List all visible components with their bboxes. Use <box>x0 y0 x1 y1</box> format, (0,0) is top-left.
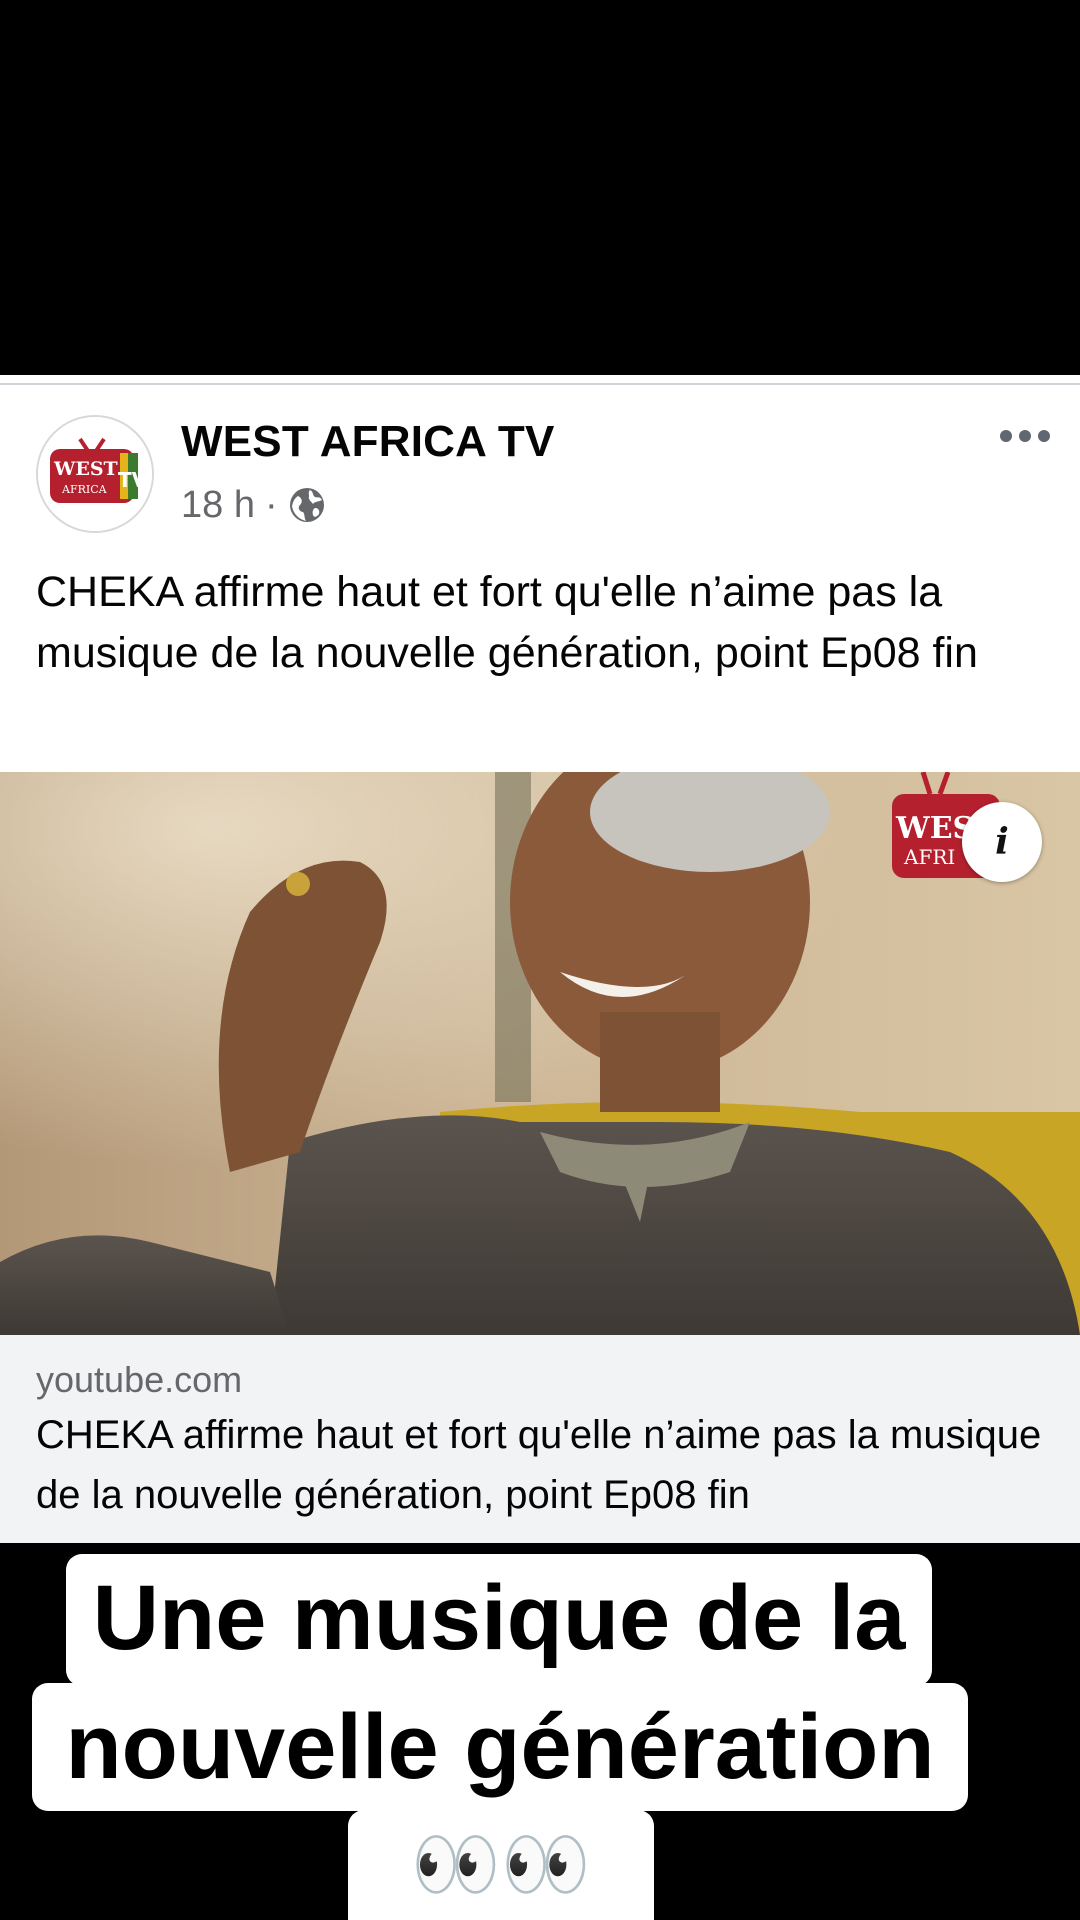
overlay-caption-line-2: nouvelle génération <box>32 1683 968 1811</box>
post-meta: 18 h · <box>181 481 326 529</box>
post-caption: CHEKA affirme haut et fort qu'elle n’aim… <box>36 568 978 677</box>
info-button[interactable]: i <box>962 802 1042 882</box>
logo-text-top: WEST <box>53 458 118 480</box>
logo-text-bottom: AFRICA <box>61 483 108 496</box>
link-domain: youtube.com <box>36 1359 243 1400</box>
facebook-post-card: WEST AFRICA TV WEST AFRICA TV 18 h · CHE… <box>0 375 1080 1543</box>
more-dot <box>1038 430 1050 442</box>
overlay-caption-line-1: Une musique de la <box>66 1554 932 1686</box>
page-avatar[interactable]: WEST AFRICA TV <box>36 415 154 533</box>
logo-tv-text: TV <box>118 468 148 492</box>
post-time[interactable]: 18 h <box>181 484 255 527</box>
page-name-link[interactable]: WEST AFRICA TV <box>181 417 555 467</box>
west-africa-tv-logo: WEST AFRICA TV <box>38 417 152 531</box>
link-title: CHEKA affirme haut et fort qu'elle n’aim… <box>36 1413 1042 1517</box>
overlay-caption-eyes: 👀👀 <box>348 1810 654 1920</box>
more-options-button[interactable] <box>1000 430 1050 442</box>
watermark-bottom: AFRI <box>903 845 955 869</box>
post-divider <box>0 383 1080 385</box>
link-preview[interactable]: youtube.com CHEKA affirme haut et fort q… <box>0 1335 1080 1543</box>
more-dot <box>1019 430 1031 442</box>
globe-icon[interactable] <box>288 486 326 524</box>
meta-separator: · <box>264 483 278 526</box>
link-thumbnail[interactable]: WEST AFRI i <box>0 772 1080 1335</box>
more-dots-icon <box>1000 430 1012 442</box>
video-top-black-area <box>0 0 1080 375</box>
